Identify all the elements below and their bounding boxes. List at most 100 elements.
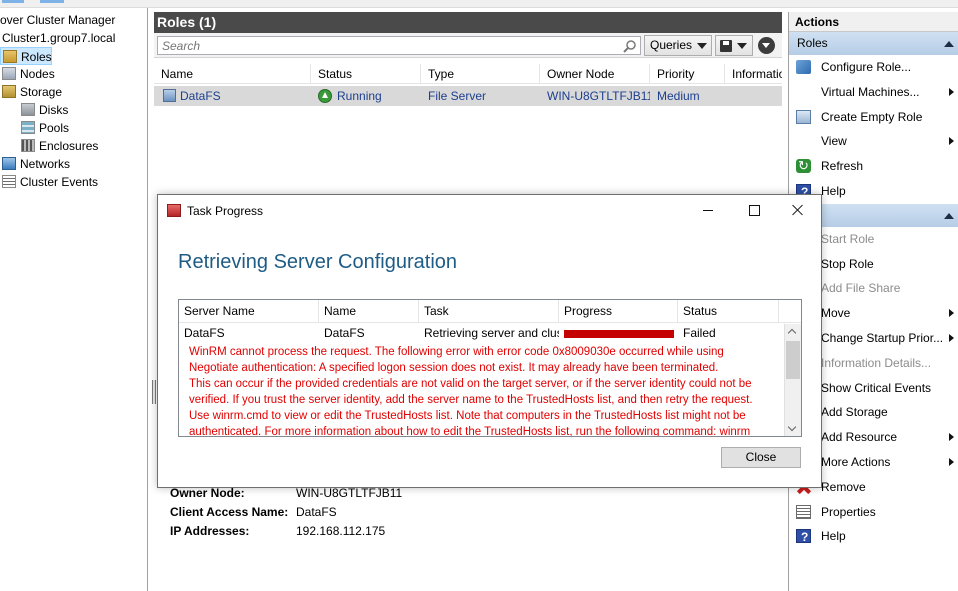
- view-icon: [796, 134, 811, 148]
- tree-item-label: Enclosures: [39, 139, 99, 153]
- chevron-down-icon: [697, 43, 707, 49]
- action-label: Create Empty Role: [821, 109, 923, 124]
- queries-button[interactable]: Queries: [644, 35, 712, 56]
- action-label: Help: [821, 183, 846, 198]
- tree-item-cluster-events[interactable]: Cluster Events: [2, 173, 98, 191]
- action-label: Configure Role...: [821, 60, 912, 74]
- action-properties[interactable]: Properties: [789, 500, 958, 525]
- tree-item-pools[interactable]: Pools: [21, 119, 69, 137]
- submenu-arrow-icon: [949, 87, 954, 96]
- roles-icon: [3, 50, 17, 63]
- role-name: DataFS: [180, 89, 221, 103]
- task-status: Failed: [683, 326, 716, 340]
- column-header-owner-node[interactable]: Owner Node: [540, 64, 650, 84]
- action-label: View: [821, 134, 847, 149]
- tree-item-label: Disks: [39, 103, 69, 117]
- close-button[interactable]: Close: [721, 447, 801, 468]
- tree-item-roles[interactable]: Roles: [0, 47, 52, 65]
- virtual-machines-icon: [796, 85, 811, 99]
- file-server-icon: [163, 89, 176, 102]
- action-label: Stop Role: [821, 256, 874, 271]
- role-name-cell: DataFS: [156, 86, 311, 106]
- detail-value: WIN-U8GTLTFJB11: [296, 486, 403, 500]
- column-header-task[interactable]: Task: [419, 300, 559, 323]
- tree-item-nodes[interactable]: Nodes: [2, 65, 55, 83]
- action-label: Add Storage: [821, 405, 888, 420]
- enclosures-icon: [21, 139, 35, 152]
- tree-item-enclosures[interactable]: Enclosures: [21, 137, 98, 155]
- task-grid: Server Name Name Task Progress Status Da…: [178, 299, 802, 437]
- tree-item-label: Roles: [21, 50, 52, 64]
- detail-label: IP Addresses:: [170, 524, 250, 538]
- vertical-scrollbar[interactable]: [784, 324, 801, 436]
- scroll-thumb[interactable]: [786, 341, 800, 379]
- collapse-toggle-icon[interactable]: [758, 37, 775, 54]
- submenu-arrow-icon: [949, 457, 954, 466]
- detail-ip-addresses: IP Addresses: 192.168.112.175: [170, 522, 385, 540]
- actions-group-roles[interactable]: Roles: [789, 32, 958, 55]
- table-row[interactable]: DataFS Running File Server WIN-U8GTLTFJB…: [154, 86, 782, 106]
- tree-item-cluster[interactable]: Cluster1.group7.local: [2, 29, 115, 47]
- column-header-status[interactable]: Status: [678, 300, 779, 323]
- role-status-cell: Running: [311, 86, 421, 106]
- tree-item-label: Cluster1.group7.local: [2, 31, 116, 45]
- tree-item-label: Cluster Events: [20, 175, 99, 189]
- search-input[interactable]: [158, 37, 618, 54]
- tab-indicator: [40, 0, 64, 3]
- scroll-up-icon[interactable]: [787, 328, 797, 338]
- column-header-progress[interactable]: Progress: [559, 300, 678, 323]
- chevron-down-icon: [737, 43, 747, 49]
- tree-item-label: Networks: [20, 157, 71, 171]
- error-line: authenticated. For more information abou…: [189, 426, 751, 437]
- table-row[interactable]: DataFS DataFS Retrieving server and clus…: [179, 324, 783, 343]
- events-icon: [2, 175, 16, 188]
- detail-label: Client Access Name:: [170, 505, 289, 519]
- tree-item-label: Nodes: [20, 67, 55, 81]
- tree-item-storage[interactable]: Storage: [2, 83, 62, 101]
- save-query-button[interactable]: [715, 35, 753, 56]
- maximize-icon[interactable]: [731, 195, 777, 226]
- create-empty-role-icon: [796, 109, 811, 124]
- queries-label: Queries: [650, 38, 693, 52]
- dialog-titlebar[interactable]: Task Progress: [158, 195, 821, 226]
- pane-splitter[interactable]: [152, 380, 156, 404]
- scroll-down-icon[interactable]: [787, 422, 797, 432]
- action-create-empty-role[interactable]: Create Empty Role: [789, 105, 958, 130]
- search-icon[interactable]: [623, 39, 637, 53]
- action-virtual-machines[interactable]: Virtual Machines...: [789, 80, 958, 105]
- action-refresh[interactable]: Refresh: [789, 154, 958, 179]
- storage-icon: [2, 85, 16, 98]
- tree-item-cluster-manager[interactable]: over Cluster Manager: [0, 11, 115, 29]
- minimize-icon[interactable]: [685, 195, 731, 226]
- action-label: Add File Share: [821, 281, 901, 296]
- task-description: Retrieving server and clus: [424, 326, 559, 340]
- action-label: Virtual Machines...: [821, 84, 920, 99]
- column-header-type[interactable]: Type: [421, 64, 540, 84]
- tree-item-label: Storage: [20, 85, 63, 99]
- group-label: Roles: [797, 36, 828, 50]
- action-help-fs[interactable]: Help: [789, 524, 958, 549]
- action-view[interactable]: View: [789, 129, 958, 154]
- dialog-title: Task Progress: [187, 204, 264, 218]
- tree-item-disks[interactable]: Disks: [21, 101, 68, 119]
- disks-icon: [21, 103, 35, 116]
- tree-item-networks[interactable]: Networks: [2, 155, 70, 173]
- tree-item-label: Pools: [39, 121, 70, 135]
- column-header-status[interactable]: Status: [311, 64, 421, 84]
- error-line: Use winrm.cmd to view or edit the Truste…: [189, 410, 746, 422]
- roles-toolbar: Queries: [154, 33, 782, 58]
- tree-item-label: over Cluster Manager: [0, 13, 116, 27]
- action-label: Add Resource: [821, 430, 898, 445]
- save-icon: [720, 40, 732, 52]
- column-header-priority[interactable]: Priority: [650, 64, 725, 84]
- submenu-arrow-icon: [949, 309, 954, 318]
- column-header-server-name[interactable]: Server Name: [179, 300, 319, 323]
- action-configure-role[interactable]: Configure Role...: [789, 55, 958, 80]
- error-line: verified. If you trust the server identi…: [189, 394, 753, 406]
- column-header-name[interactable]: Name: [319, 300, 419, 323]
- collapse-caret-icon: [944, 212, 954, 219]
- task-progress-icon: [167, 204, 181, 217]
- column-header-name[interactable]: Name: [154, 64, 311, 84]
- column-header-information[interactable]: Information: [725, 64, 782, 84]
- close-icon[interactable]: [775, 195, 821, 226]
